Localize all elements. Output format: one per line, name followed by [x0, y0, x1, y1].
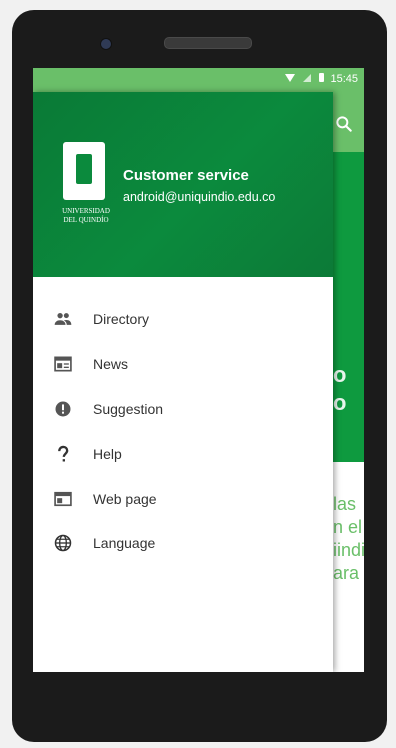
app-text-line: ara el [333, 563, 364, 583]
user-name: Customer service [123, 167, 249, 184]
banner-glyph: o [333, 362, 347, 387]
app-text-line: iindio, [333, 540, 364, 560]
app-text-line: las [333, 494, 357, 514]
banner-glyph: o [333, 390, 347, 415]
menu-item-label: Language [93, 535, 156, 552]
menu-item-label: Web page [93, 490, 157, 507]
globe-icon [54, 535, 72, 552]
menu-item-language[interactable]: Language [33, 521, 333, 566]
menu-item-label: Suggestion [93, 400, 164, 417]
status-bar: 15:45 [33, 68, 364, 92]
navigation-drawer: UNIVERSIDAD DEL QUINDÍO Customer service… [33, 92, 333, 672]
university-logo [63, 142, 105, 200]
news-icon [54, 356, 72, 372]
drawer-menu: Directory News Suggestion Help Web page … [33, 297, 333, 566]
battery-icon [319, 73, 324, 82]
menu-item-label: Help [93, 445, 122, 462]
people-icon [54, 313, 72, 326]
status-time: 15:45 [330, 73, 358, 85]
exclamation-icon [55, 401, 71, 417]
menu-item-suggestion[interactable]: Suggestion [33, 387, 333, 432]
earpiece-speaker [164, 37, 252, 49]
front-camera [100, 38, 112, 50]
menu-item-directory[interactable]: Directory [33, 297, 333, 342]
web-page-icon [54, 491, 72, 506]
menu-item-news[interactable]: News [33, 342, 333, 387]
wifi-icon [285, 73, 295, 82]
menu-item-label: Directory [93, 311, 150, 328]
search-icon[interactable] [334, 114, 354, 134]
app-text-line: n el [333, 517, 363, 537]
phone-frame: o o las n el iindio, ara el 15:45 [12, 10, 387, 742]
menu-item-help[interactable]: Help [33, 431, 333, 476]
menu-item-web-page[interactable]: Web page [33, 476, 333, 521]
navigation-bar [33, 672, 364, 728]
signal-icon [303, 73, 311, 82]
question-mark-icon [58, 445, 69, 462]
user-email: android@uniquindio.edu.co [123, 190, 276, 204]
drawer-header: UNIVERSIDAD DEL QUINDÍO Customer service… [33, 92, 333, 277]
menu-item-label: News [93, 356, 129, 373]
university-logo-text: UNIVERSIDAD DEL QUINDÍO [62, 207, 110, 224]
screen: o o las n el iindio, ara el 15:45 [33, 68, 364, 672]
app-content-text: las n el iindio, ara el [333, 493, 364, 585]
